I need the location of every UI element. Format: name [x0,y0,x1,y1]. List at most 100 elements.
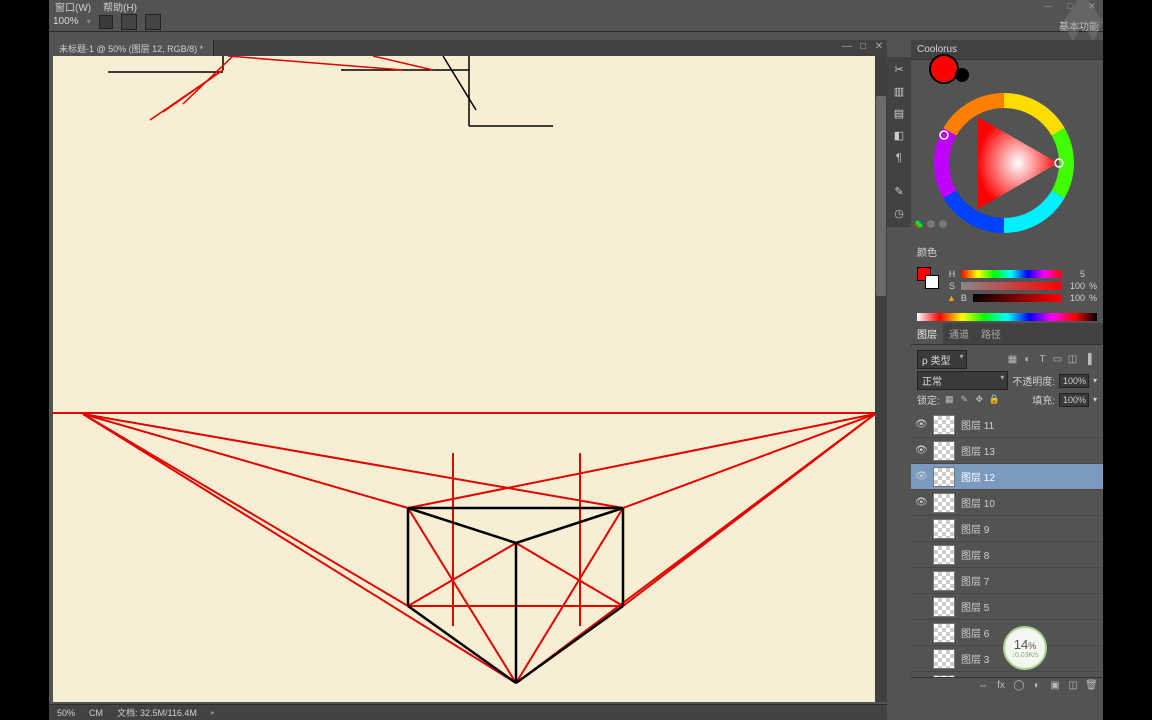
coolorus-mode-dot[interactable] [939,220,947,228]
color-spectrum[interactable] [917,313,1097,321]
layer-mask-icon[interactable]: ◯ [1013,680,1025,691]
layer-thumbnail[interactable] [933,467,955,487]
opacity-value[interactable]: 100% [1059,374,1089,388]
tool-text-icon[interactable]: ¶ [889,149,909,167]
tool-arrange-icon[interactable]: ✂ [889,61,909,79]
layer-name[interactable]: 图层 10 [961,495,995,510]
layer-name[interactable]: 图层 12 [961,469,995,484]
filter-image-icon[interactable]: ▦ [1007,354,1018,365]
coolorus-mode-dot[interactable] [927,220,935,228]
delete-layer-icon[interactable]: 🗑 [1085,680,1097,691]
link-layers-icon[interactable]: ⇔ [977,680,989,691]
fg-bg-swatches[interactable] [917,267,939,289]
hue-label: H [947,269,957,279]
layer-thumbnail[interactable] [933,519,955,539]
tool-ruler-icon[interactable]: ▥ [889,83,909,101]
menu-window[interactable]: 窗口(W) [55,0,91,14]
option-icon-1[interactable] [121,14,137,30]
layer-fx-icon[interactable]: fx [995,680,1007,691]
saturation-label: S [947,281,957,291]
layer-group-icon[interactable]: ▣ [1049,680,1061,691]
layer-row[interactable]: 图层 8 [911,542,1103,568]
lock-label: 锁定: [917,392,940,407]
tab-paths[interactable]: 路径 [975,323,1007,344]
tab-layers[interactable]: 图层 [911,323,943,344]
document-tab[interactable]: 未标题-1 @ 50% (图层 12, RGB/8) * [49,40,214,57]
layer-name[interactable]: 图层 8 [961,547,989,562]
tab-channels[interactable]: 通道 [943,323,975,344]
vertical-scrollbar[interactable] [875,56,887,702]
lock-pixels-icon[interactable]: ✎ [959,394,970,405]
tool-brush-icon[interactable]: ✎ [889,183,909,201]
layer-thumbnail[interactable] [933,649,955,669]
layer-name[interactable]: 图层 9 [961,521,989,536]
layer-name[interactable]: 图层 7 [961,573,989,588]
opacity-label: 不透明度: [1012,373,1055,388]
new-layer-icon[interactable]: ◫ [1067,680,1079,691]
layer-thumbnail[interactable] [933,597,955,617]
hue-slider[interactable] [961,270,1061,278]
status-doc-info[interactable]: 文档: 32.5M/116.4M [117,706,197,719]
layer-row[interactable]: 图层 7 [911,568,1103,594]
blend-mode-dropdown[interactable]: 正常 [917,371,1008,390]
layer-name[interactable]: 图层 11 [961,417,994,432]
coolorus-mode-dot[interactable] [915,220,923,228]
color-panel-tab[interactable]: 颜色 [911,240,943,263]
layer-row[interactable]: 👁 图层 12 [911,464,1103,490]
layer-name[interactable]: 图层 5 [961,599,989,614]
brightness-slider[interactable] [973,294,1061,302]
layer-thumbnail[interactable] [933,493,955,513]
layer-row[interactable]: 👁 图层 10 [911,490,1103,516]
lock-transparency-icon[interactable]: ▦ [944,394,955,405]
visibility-toggle-icon[interactable]: 👁 [915,445,927,456]
lock-position-icon[interactable]: ✥ [974,394,985,405]
doc-close-button[interactable]: ✕ [871,41,887,55]
filter-smart-icon[interactable]: ◫ [1067,354,1078,365]
filter-type-icon[interactable]: T [1037,354,1048,365]
doc-minimize-button[interactable]: — [839,41,855,55]
lock-all-icon[interactable]: 🔒 [989,394,1000,405]
option-icon-2[interactable] [145,14,161,30]
layer-row[interactable]: 图层 5 [911,594,1103,620]
brightness-value[interactable]: 100 [1065,293,1085,303]
layer-thumbnail[interactable] [933,571,955,591]
saturation-slider[interactable] [961,282,1061,290]
tool-history-icon[interactable]: ◷ [889,205,909,223]
doc-maximize-button[interactable]: □ [855,41,871,55]
status-zoom[interactable]: 50% [57,708,75,718]
layer-name[interactable]: 图层 13 [961,443,995,458]
tool-guide-icon[interactable]: ▤ [889,105,909,123]
visibility-toggle-icon[interactable]: 👁 [915,471,927,482]
layer-name[interactable]: 图层 6 [961,625,989,640]
saturation-value[interactable]: 100 [1065,281,1085,291]
fill-label: 填充: [1032,392,1055,407]
color-wheel[interactable] [929,88,1079,238]
fill-value[interactable]: 100% [1059,393,1089,407]
layer-thumbnail[interactable] [933,415,955,435]
option-checkbox-1[interactable] [99,15,113,29]
status-units: CM [89,708,103,718]
menu-help[interactable]: 帮助(H) [103,0,137,14]
layer-name[interactable]: 图层 3 [961,651,989,666]
layer-thumbnail[interactable] [933,545,955,565]
visibility-toggle-icon[interactable]: 👁 [915,419,927,430]
filter-toggle-icon[interactable]: ▌ [1086,354,1097,365]
layer-row[interactable]: 👁 图层 11 [911,412,1103,438]
layer-row[interactable]: 图层 9 [911,516,1103,542]
visibility-toggle-icon[interactable]: 👁 [915,497,927,508]
filter-adjust-icon[interactable]: ◐ [1022,354,1033,365]
canvas[interactable] [53,56,875,702]
zoom-field[interactable]: 100% [53,16,79,27]
coolorus-fg-swatch[interactable] [929,54,959,84]
layer-row[interactable]: 👁 图层 13 [911,438,1103,464]
adjustment-layer-icon[interactable]: ◐ [1031,680,1043,691]
layer-filter-dropdown[interactable]: ρ 类型 [917,350,967,369]
layer-thumbnail[interactable] [933,623,955,643]
layer-thumbnail[interactable] [933,441,955,461]
coolorus-bg-swatch[interactable] [955,68,969,82]
tool-swatch-icon[interactable]: ◧ [889,127,909,145]
gamut-warning-icon[interactable]: ▲ [947,293,956,303]
hue-value[interactable]: 5 [1065,269,1085,279]
filter-shape-icon[interactable]: ▭ [1052,354,1063,365]
brightness-label: B [959,293,969,303]
